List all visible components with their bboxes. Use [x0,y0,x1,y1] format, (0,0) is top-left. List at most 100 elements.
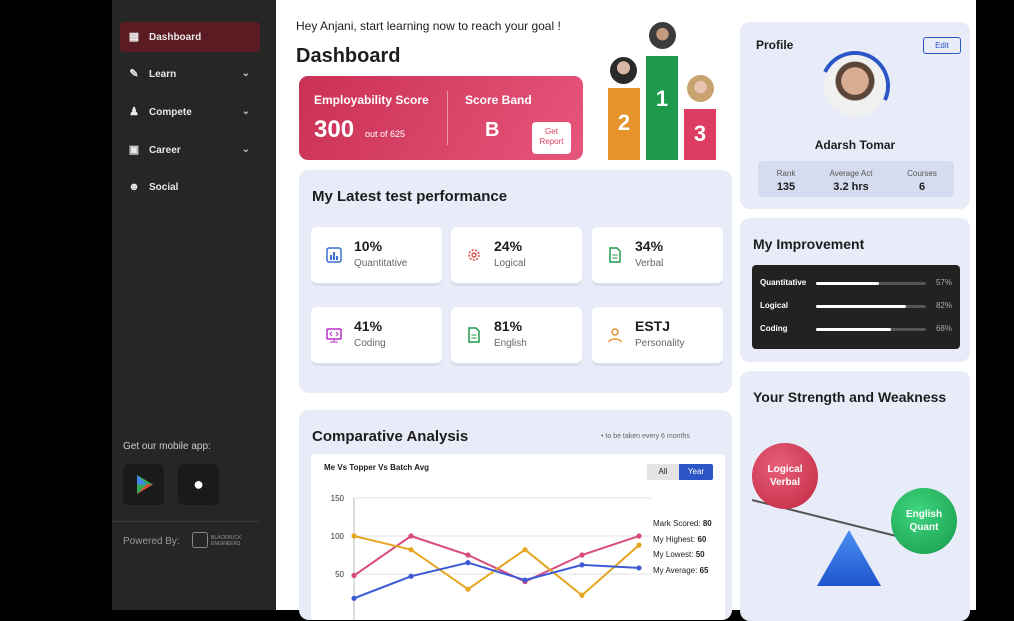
compete-icon: ♟ [129,106,139,118]
profile-stat: Courses 6 [892,169,952,193]
code-icon [326,328,342,343]
section-title: Profile [756,38,794,52]
stat-label: My Average: [653,565,698,575]
profile-stat: Average Act 3.2 hrs [821,169,881,193]
sidebar: ▦ Dashboard ✎ Learn ⌄ ♟ Compete ⌄ ▣ Career ⌄ ☻ S… [112,0,276,610]
performance-tile[interactable]: 10% Quantitative [311,227,442,283]
stat-row: Mark Scored: 80 [653,516,712,532]
y-tick-label: 150 [331,494,345,503]
avatar [824,55,886,117]
podium-rank: 3 [693,121,707,146]
stat-value: 60 [697,534,707,544]
chevron-down-icon: ⌄ [241,144,250,155]
avatar [687,75,714,102]
gear-icon [468,249,480,261]
score-value: 300 [314,116,355,143]
bar-chart-icon [326,247,342,263]
strength-weakness-card: Your Strength and Weakness Logical Verbal… [740,371,970,621]
performance-card: My Latest test performance 10% Quantitat… [299,170,732,393]
section-title: Your Strength and Weakness [753,389,947,405]
data-point [522,547,528,553]
data-point [522,577,528,583]
tile-label: Verbal [635,258,664,269]
bubble-label: Logical [767,464,803,475]
score-outof: out of 625 [365,129,406,139]
edit-profile-button[interactable]: Edit [923,37,961,54]
chevron-down-icon: ⌄ [241,68,250,79]
score-band-label: Score Band [465,93,532,107]
weakness-bubble: English Quant [891,488,957,554]
score-label: Employability Score [314,93,429,107]
stat-value: 6 [918,181,926,193]
stat-value: 3.2 hrs [833,181,869,193]
data-point [408,533,414,539]
get-report-button[interactable]: Get Report [532,122,571,154]
data-point [408,547,414,553]
stat-row: My Average: 65 [653,563,712,579]
data-point [636,542,642,548]
tile-label: Quantitative [354,258,408,269]
stat-row: My Highest: 60 [653,532,712,548]
tile-label: Personality [635,338,685,349]
main-content: Hey Anjani, start learning now to reach … [276,0,976,621]
tile-label: Logical [494,258,526,269]
performance-tile[interactable]: 34% Verbal [592,227,723,283]
chart-stats: Mark Scored: 80 My Highest: 60 My Lowest… [653,516,712,578]
sidebar-item-label: Career [149,144,181,156]
stat-row: My Lowest: 50 [653,547,712,563]
progress-bar [816,328,926,331]
greeting: Hey Anjani, start learning now to reach … [296,19,561,33]
data-point [579,592,585,598]
section-title: My Improvement [753,236,865,252]
chart-title: Me Vs Topper Vs Batch Avg [324,463,430,472]
dashboard-icon: ▦ [128,31,140,43]
sidebar-item-dashboard[interactable]: ▦ Dashboard [120,22,260,52]
stat-label: Rank [776,169,796,178]
toggle-all[interactable]: All [647,464,679,480]
improvement-card: My Improvement Quantitative 57% Logical 82… [740,218,970,362]
sidebar-item-label: Dashboard [149,31,202,43]
social-icon: ☻ [128,181,140,193]
chart-panel: Me Vs Topper Vs Batch Avg All Year 150 10… [311,454,725,620]
row-percent: 68% [935,324,952,333]
data-point [579,552,585,558]
toggle-year[interactable]: Year [679,464,713,480]
powered-by-label: Powered By: [123,536,180,547]
stat-value: 65 [699,565,709,575]
y-tick-label: 50 [335,570,344,579]
tile-value: 81% [494,318,523,334]
page-title: Dashboard [296,45,401,67]
app-store-button[interactable]: ● [178,464,219,505]
podium-second: 2 [608,88,640,160]
podium-third: 3 [684,109,716,160]
sidebar-item-label: Learn [149,68,177,80]
performance-tile[interactable]: 24% Logical [451,227,582,283]
performance-tile[interactable]: 81% English [451,307,582,363]
podium-rank: 1 [655,86,669,111]
sidebar-item-learn[interactable]: ✎ Learn ⌄ [120,59,260,89]
podium-first: 1 [646,56,678,160]
performance-tile[interactable]: ESTJ Personality [592,307,723,363]
document-icon [609,247,621,263]
row-percent: 57% [935,278,952,287]
progress-fill [816,282,879,285]
sidebar-item-career[interactable]: ▣ Career ⌄ [120,135,260,165]
data-point [465,586,471,592]
data-point [351,572,357,579]
progress-bar [816,282,926,285]
row-percent: 82% [935,301,952,310]
note-text: to be taken every 6 months [605,433,690,440]
mobile-app-label: Get our mobile app: [123,441,211,452]
avatar [649,22,676,49]
user-icon [608,328,622,343]
career-icon: ▣ [128,144,140,156]
brand-logo-icon [192,532,208,548]
play-store-button[interactable] [123,464,164,505]
sidebar-item-compete[interactable]: ♟ Compete ⌄ [120,97,260,127]
analysis-note: • to be taken every 6 months [601,433,690,440]
performance-tile[interactable]: 41% Coding [311,307,442,363]
sidebar-item-social[interactable]: ☻ Social [120,172,260,202]
stat-value: 135 [776,181,796,193]
document-icon [468,327,480,343]
y-tick-label: 100 [331,532,345,541]
